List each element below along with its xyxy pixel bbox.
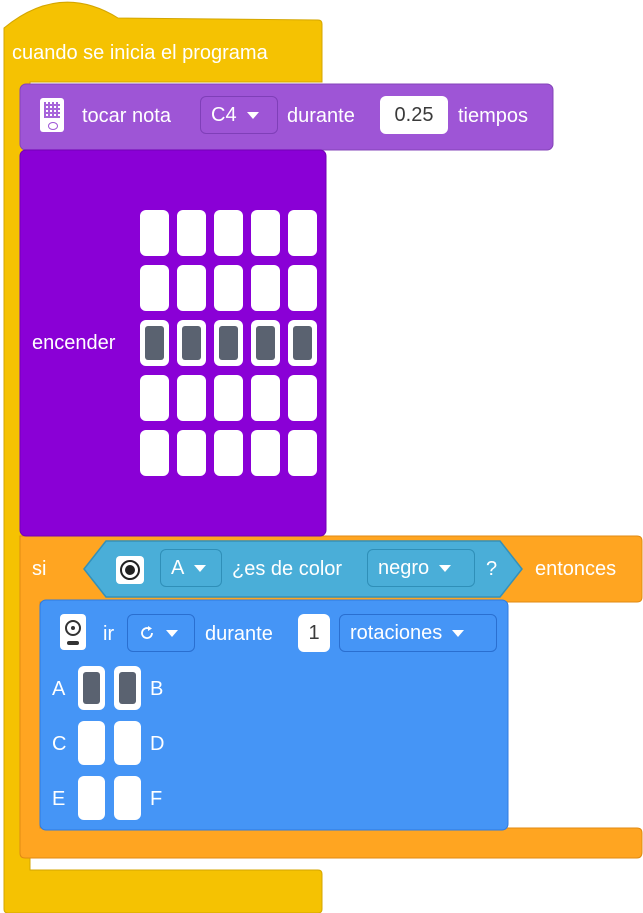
motor-duration-label: durante xyxy=(205,623,273,645)
sensor-port-value: A xyxy=(171,556,185,579)
matrix-pixel-r2-c5[interactable] xyxy=(288,265,317,311)
color-sensor-icon xyxy=(116,556,144,584)
matrix-pixel-r5-c2[interactable] xyxy=(177,430,206,476)
unit-value: rotaciones xyxy=(350,621,443,644)
matrix-pixel-r4-c3[interactable] xyxy=(214,375,243,421)
then-label: entonces xyxy=(535,558,617,580)
matrix-pixel-r2-c2[interactable] xyxy=(177,265,206,311)
duration-label: durante xyxy=(287,105,355,127)
color-value: negro xyxy=(378,556,430,579)
note-dropdown[interactable]: C4 xyxy=(200,96,278,134)
rotate-clockwise-icon xyxy=(138,624,156,642)
port-label-b: B xyxy=(150,678,164,700)
port-e-toggle[interactable] xyxy=(78,776,105,820)
direction-dropdown[interactable] xyxy=(127,614,195,652)
matrix-pixel-r5-c4[interactable] xyxy=(251,430,280,476)
is-color-label: ¿es de color xyxy=(232,558,343,580)
matrix-pixel-r3-c4[interactable] xyxy=(251,320,280,366)
motor-pair-icon xyxy=(60,614,86,650)
if-label: si xyxy=(32,558,47,580)
port-label-e: E xyxy=(52,788,66,810)
matrix-pixel-r3-c3[interactable] xyxy=(214,320,243,366)
color-dropdown[interactable]: negro xyxy=(367,549,475,587)
port-label-c: C xyxy=(52,733,67,755)
event-label[interactable]: cuando se inicia el programa xyxy=(12,41,268,65)
port-label-d: D xyxy=(150,733,165,755)
sensor-port-dropdown[interactable]: A xyxy=(160,549,222,587)
hub-speaker-icon xyxy=(40,98,64,132)
beats-input[interactable]: 0.25 xyxy=(380,96,448,134)
matrix-pixel-r1-c1[interactable] xyxy=(140,210,169,256)
unit-dropdown[interactable]: rotaciones xyxy=(339,614,497,652)
matrix-pixel-r3-c5[interactable] xyxy=(288,320,317,366)
matrix-pixel-r3-c2[interactable] xyxy=(177,320,206,366)
matrix-pixel-r2-c4[interactable] xyxy=(251,265,280,311)
matrix-pixel-r2-c3[interactable] xyxy=(214,265,243,311)
chevron-down-icon xyxy=(246,111,259,119)
matrix-pixel-r4-c5[interactable] xyxy=(288,375,317,421)
matrix-pixel-r1-c3[interactable] xyxy=(214,210,243,256)
note-value: C4 xyxy=(211,103,237,126)
beats-unit-label: tiempos xyxy=(458,105,529,127)
matrix-pixel-r4-c4[interactable] xyxy=(251,375,280,421)
matrix-pixel-r4-c2[interactable] xyxy=(177,375,206,421)
matrix-pixel-r5-c5[interactable] xyxy=(288,430,317,476)
port-c-toggle[interactable] xyxy=(78,721,105,765)
port-label-f: F xyxy=(150,788,163,810)
matrix-pixel-r4-c1[interactable] xyxy=(140,375,169,421)
matrix-pixel-r5-c1[interactable] xyxy=(140,430,169,476)
chevron-down-icon xyxy=(194,564,207,572)
matrix-pixel-r5-c3[interactable] xyxy=(214,430,243,476)
light-matrix-grid[interactable] xyxy=(140,210,317,476)
go-label: ir xyxy=(103,623,115,645)
chevron-down-icon xyxy=(452,629,465,637)
port-a-toggle[interactable] xyxy=(78,666,105,710)
question-mark: ? xyxy=(486,558,498,580)
matrix-pixel-r2-c1[interactable] xyxy=(140,265,169,311)
port-f-toggle[interactable] xyxy=(114,776,141,820)
play-note-label: tocar nota xyxy=(82,105,171,127)
matrix-pixel-r1-c4[interactable] xyxy=(251,210,280,256)
matrix-pixel-r1-c5[interactable] xyxy=(288,210,317,256)
light-matrix-label: encender xyxy=(32,332,116,354)
matrix-pixel-r1-c2[interactable] xyxy=(177,210,206,256)
chevron-down-icon xyxy=(439,564,452,572)
port-b-toggle[interactable] xyxy=(114,666,141,710)
port-label-a: A xyxy=(52,678,66,700)
rotations-input[interactable]: 1 xyxy=(298,614,330,652)
matrix-pixel-r3-c1[interactable] xyxy=(140,320,169,366)
chevron-down-icon xyxy=(166,629,178,637)
port-d-toggle[interactable] xyxy=(114,721,141,765)
